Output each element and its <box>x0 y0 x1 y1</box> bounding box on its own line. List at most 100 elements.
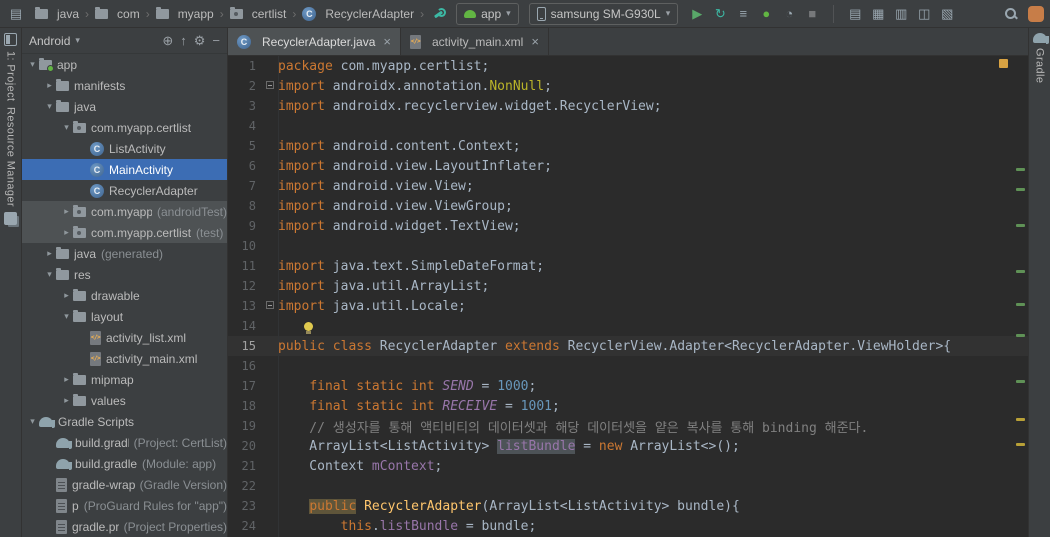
main-menu-icon[interactable]: ▤ <box>6 3 26 25</box>
close-icon[interactable]: × <box>383 34 391 49</box>
breadcrumb-item-java[interactable]: java <box>32 6 82 22</box>
line-number[interactable]: 4 <box>228 119 262 133</box>
code-line[interactable]: 15 public class RecyclerAdapter extends R… <box>228 336 1028 356</box>
fold-marker[interactable] <box>262 79 278 94</box>
locate-file-button[interactable]: ⊕ <box>162 34 173 48</box>
line-number[interactable]: 9 <box>228 219 262 233</box>
chevron-down-icon[interactable]: ▾ <box>43 269 56 280</box>
code-line[interactable]: 7 import android.view.View; <box>228 176 1028 196</box>
code-line[interactable]: 8 import android.view.ViewGroup; <box>228 196 1028 216</box>
code-line[interactable]: 17 final static int SEND = 1000; <box>228 376 1028 396</box>
editor-tab-activity_main.xml[interactable]: activity_main.xml× <box>401 28 549 55</box>
chevron-down-icon[interactable]: ▾ <box>26 416 39 427</box>
code-line[interactable]: 3 import androidx.recyclerview.widget.Rec… <box>228 96 1028 116</box>
line-number[interactable]: 3 <box>228 99 262 113</box>
code-line[interactable]: 19 // 생성자를 통해 액티비티의 데이터셋과 해당 데이터셋을 얕은 복사… <box>228 416 1028 436</box>
chevron-down-icon[interactable]: ▾ <box>43 101 56 112</box>
tree-row[interactable]: ▸ mipmap <box>22 369 227 390</box>
tree-row[interactable]: build.gradle(Project: CertList) <box>22 432 227 453</box>
stripe-mark[interactable] <box>1016 168 1025 171</box>
close-icon[interactable]: × <box>531 34 539 49</box>
tree-row[interactable]: gradle-wrapper.properties(Gradle Version… <box>22 474 227 495</box>
tree-row[interactable]: ▸ java (generated) <box>22 243 227 264</box>
run-config-select[interactable]: app ▾ <box>456 2 519 25</box>
line-number[interactable]: 19 <box>228 419 262 433</box>
tree-row[interactable]: ▸ com.myapp.certlist (test) <box>22 222 227 243</box>
line-number[interactable]: 1 <box>228 59 262 73</box>
code-line[interactable]: 16 <box>228 356 1028 376</box>
chevron-down-icon[interactable]: ▾ <box>26 59 39 70</box>
line-number[interactable]: 6 <box>228 159 262 173</box>
stripe-mark[interactable] <box>1016 188 1025 191</box>
stripe-mark[interactable] <box>1016 270 1025 273</box>
tree-row[interactable]: activity_main.xml <box>22 348 227 369</box>
line-number[interactable]: 22 <box>228 479 262 493</box>
profile-button[interactable]: ◔ <box>779 3 799 25</box>
breadcrumb-item-myapp[interactable]: myapp <box>153 6 217 22</box>
sdk-manager-button[interactable]: ▧ <box>937 3 957 25</box>
tree-row[interactable]: MainActivity <box>22 159 227 180</box>
code-line[interactable]: 18 final static int RECEIVE = 1001; <box>228 396 1028 416</box>
code-line[interactable]: 2 import androidx.annotation.NonNull; <box>228 76 1028 96</box>
stop-button[interactable]: ■ <box>802 3 822 25</box>
line-number[interactable]: 10 <box>228 239 262 253</box>
device-select[interactable]: samsung SM-G930L ▾ <box>528 2 679 25</box>
code-line[interactable]: 11 import java.text.SimpleDateFormat; <box>228 256 1028 276</box>
tree-row[interactable]: ▾ app <box>22 54 227 75</box>
chevron-right-icon[interactable]: ▸ <box>60 374 73 385</box>
code-line[interactable]: 14 <box>228 316 1028 336</box>
profile-avatar[interactable] <box>1028 5 1044 22</box>
search-everywhere-button[interactable] <box>1000 3 1020 25</box>
code-line[interactable]: 22 <box>228 476 1028 496</box>
edit-configuration-button[interactable] <box>429 3 449 25</box>
chevron-right-icon[interactable]: ▸ <box>60 290 73 301</box>
breadcrumb-item-RecyclerAdapter[interactable]: RecyclerAdapter <box>299 6 417 22</box>
line-number[interactable]: 23 <box>228 499 262 513</box>
line-number[interactable]: 20 <box>228 439 262 453</box>
line-number[interactable]: 2 <box>228 79 262 93</box>
device-manager-button[interactable]: ▤ <box>845 3 865 25</box>
tree-row[interactable]: proguard-rules.pro(ProGuard Rules for "a… <box>22 495 227 516</box>
code-line[interactable]: 10 <box>228 236 1028 256</box>
gradle-tool-tab[interactable]: Gradle <box>1032 33 1049 83</box>
tree-row[interactable]: ▾ res <box>22 264 227 285</box>
inspections-indicator[interactable] <box>999 59 1008 68</box>
editor-tab-RecyclerAdapter.java[interactable]: RecyclerAdapter.java× <box>228 28 401 55</box>
chevron-right-icon[interactable]: ▸ <box>43 248 56 259</box>
tree-row[interactable]: ▸ manifests <box>22 75 227 96</box>
stripe-mark[interactable] <box>1016 418 1025 421</box>
code-line[interactable]: 21 Context mContext; <box>228 456 1028 476</box>
breadcrumb-item-com[interactable]: com <box>92 6 143 22</box>
stripe-mark[interactable] <box>1016 443 1025 446</box>
chevron-right-icon[interactable]: ▸ <box>60 227 73 238</box>
tree-row[interactable]: ▸ drawable <box>22 285 227 306</box>
tree-row[interactable]: ▾ java <box>22 96 227 117</box>
tree-row[interactable]: ▾ com.myapp.certlist <box>22 117 227 138</box>
line-number[interactable]: 7 <box>228 179 262 193</box>
layout-inspector-button[interactable]: ▦ <box>868 3 888 25</box>
stripe-mark[interactable] <box>1016 224 1025 227</box>
stripe-mark[interactable] <box>1016 380 1025 383</box>
logcat-button[interactable]: ▥ <box>891 3 911 25</box>
code-line[interactable]: 4 <box>228 116 1028 136</box>
tree-row[interactable]: ListActivity <box>22 138 227 159</box>
hide-panel-button[interactable]: − <box>212 34 220 48</box>
breadcrumb-item-certlist[interactable]: certlist <box>227 6 290 22</box>
code-line[interactable]: 5 import android.content.Context; <box>228 136 1028 156</box>
line-number[interactable]: 14 <box>228 319 262 333</box>
line-number[interactable]: 18 <box>228 399 262 413</box>
tree-row[interactable]: ▸ values <box>22 390 227 411</box>
stripe-mark[interactable] <box>1016 303 1025 306</box>
code-area[interactable]: 1 package com.myapp.certlist; 2 import andr… <box>228 56 1028 537</box>
line-number[interactable]: 13 <box>228 299 262 313</box>
stripe-mark[interactable] <box>1016 334 1025 337</box>
project-tool-tab[interactable]: 1: Project <box>4 33 17 101</box>
line-number[interactable]: 15 <box>228 339 262 353</box>
tree-row[interactable]: RecyclerAdapter <box>22 180 227 201</box>
fold-marker[interactable] <box>262 299 278 314</box>
run-button[interactable]: ▶ <box>687 3 707 25</box>
tree-row[interactable]: gradle.properties(Project Properties) <box>22 516 227 537</box>
error-stripe[interactable] <box>1016 56 1025 537</box>
code-line[interactable]: 6 import android.view.LayoutInflater; <box>228 156 1028 176</box>
line-number[interactable]: 11 <box>228 259 262 273</box>
